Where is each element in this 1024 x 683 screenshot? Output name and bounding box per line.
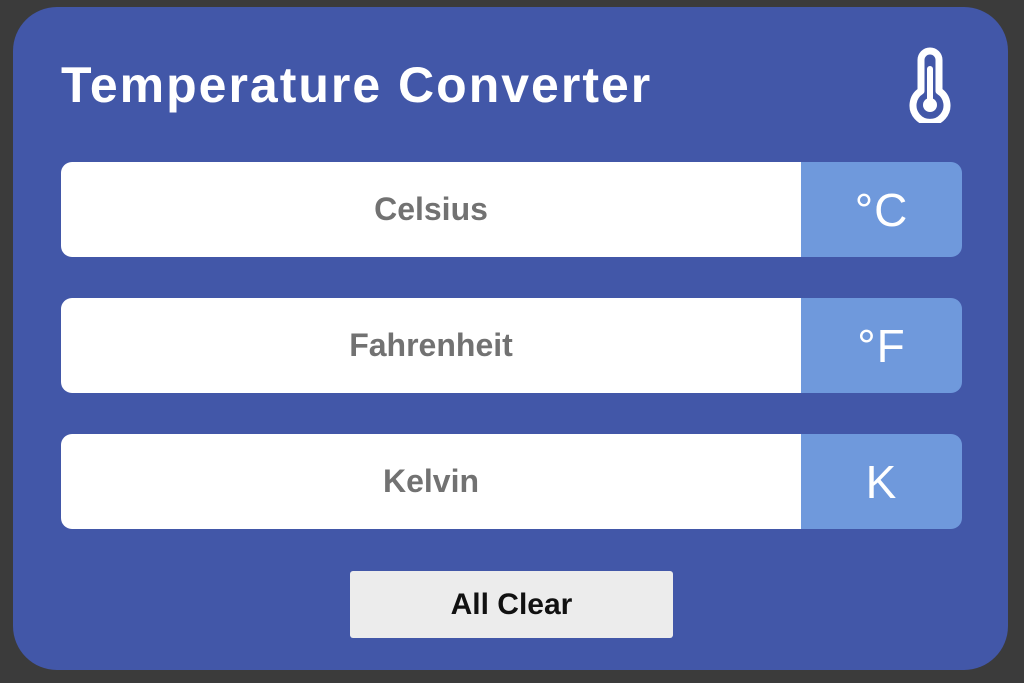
celsius-field-group: °C — [61, 162, 962, 257]
fahrenheit-input[interactable] — [61, 298, 801, 393]
kelvin-input[interactable] — [61, 434, 801, 529]
celsius-input[interactable] — [61, 162, 801, 257]
app-title: Temperature Converter — [61, 57, 653, 113]
converter-card: Temperature Converter °C °F K All Clear — [13, 7, 1008, 670]
all-clear-button[interactable]: All Clear — [350, 571, 673, 638]
fahrenheit-unit-label: °F — [801, 298, 962, 393]
header: Temperature Converter — [61, 47, 961, 126]
kelvin-unit-label: K — [801, 434, 962, 529]
fahrenheit-field-group: °F — [61, 298, 962, 393]
kelvin-field-group: K — [61, 434, 962, 529]
thermometer-icon — [899, 47, 961, 126]
celsius-unit-label: °C — [801, 162, 962, 257]
